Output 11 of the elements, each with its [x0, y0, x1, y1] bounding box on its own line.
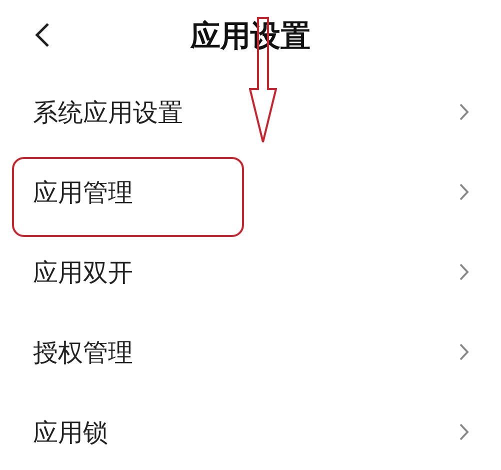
chevron-icon — [459, 103, 469, 121]
settings-item[interactable]: 应用管理 — [0, 152, 501, 232]
settings-item[interactable]: 系统应用设置 — [0, 72, 501, 152]
chevron-icon — [459, 183, 469, 201]
settings-item[interactable]: 应用双开 — [0, 232, 501, 312]
chevron-icon — [459, 423, 469, 441]
chevron-icon — [459, 263, 469, 281]
settings-item[interactable]: 应用锁 — [0, 392, 501, 470]
chevron-icon — [459, 343, 469, 361]
settings-item[interactable]: 授权管理 — [0, 312, 501, 392]
back-icon[interactable] — [34, 22, 50, 48]
